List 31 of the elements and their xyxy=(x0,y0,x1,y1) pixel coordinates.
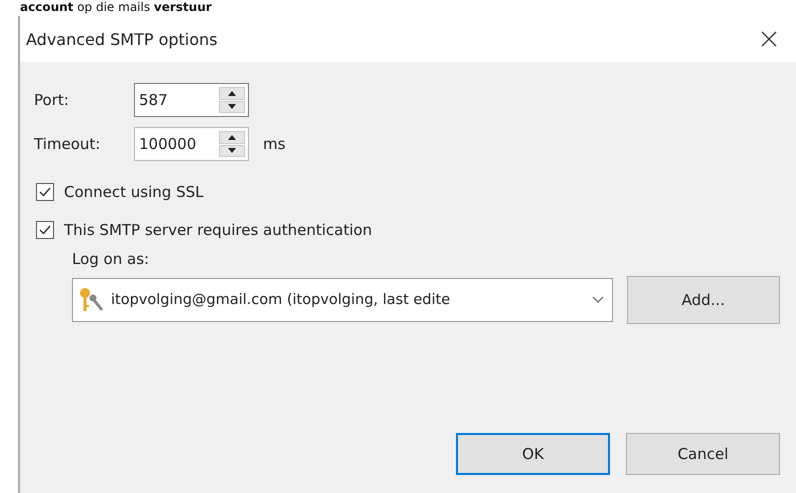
down-icon xyxy=(228,104,236,110)
number-input[interactable]: 587 xyxy=(135,84,219,116)
spin-box[interactable]: 100000 xyxy=(134,127,249,161)
spin-down-button[interactable] xyxy=(219,100,245,113)
account-dropdown[interactable]: itopvolging@gmail.com (itopvolging, last edite xyxy=(72,278,613,322)
check-icon xyxy=(39,225,51,235)
field-label: Timeout: xyxy=(34,135,102,153)
keys-icon xyxy=(77,286,105,314)
logon-label: Log on as: xyxy=(72,250,150,268)
checkbox[interactable] xyxy=(36,221,54,239)
close-icon xyxy=(761,31,777,47)
add-button[interactable]: Add... xyxy=(626,276,780,324)
number-input[interactable]: 100000 xyxy=(135,128,219,160)
spin-up-button[interactable] xyxy=(219,131,245,144)
window-title: Advanced SMTP options xyxy=(26,30,218,48)
up-icon xyxy=(228,90,236,96)
chevron-down-icon xyxy=(592,296,604,304)
down-icon xyxy=(228,148,236,154)
checkbox-option[interactable]: Connect using SSL xyxy=(36,176,780,208)
unit-label: ms xyxy=(263,135,286,153)
field-label: Port: xyxy=(34,91,70,109)
dialog-button[interactable]: OK xyxy=(456,433,610,475)
dialog-button[interactable]: Cancel xyxy=(626,433,780,475)
check-icon xyxy=(39,187,51,197)
up-icon xyxy=(228,134,236,140)
checkbox[interactable] xyxy=(36,183,54,201)
spin-up-button[interactable] xyxy=(219,87,245,100)
spin-down-button[interactable] xyxy=(219,144,245,157)
checkbox-option[interactable]: This SMTP server requires authentication xyxy=(36,214,780,246)
page-text: account op die mails verstuur xyxy=(19,0,213,16)
spin-box[interactable]: 587 xyxy=(134,83,249,117)
